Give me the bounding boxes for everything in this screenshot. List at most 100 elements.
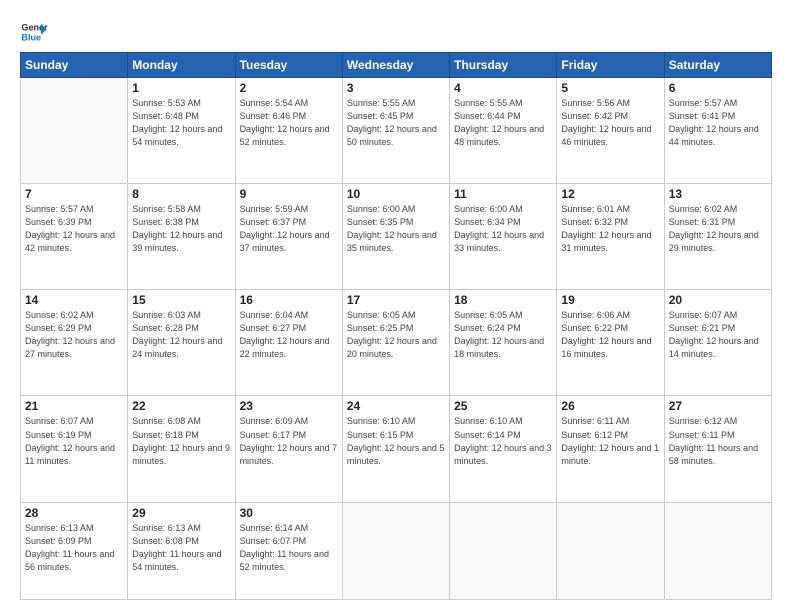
weekday-header-row: SundayMondayTuesdayWednesdayThursdayFrid… <box>21 53 772 78</box>
calendar-day-cell: 7Sunrise: 5:57 AMSunset: 6:39 PMDaylight… <box>21 184 128 290</box>
day-number: 24 <box>347 399 445 413</box>
day-number: 22 <box>132 399 230 413</box>
day-info: Sunrise: 5:57 AMSunset: 6:39 PMDaylight:… <box>25 203 123 255</box>
calendar-day-cell: 28 Sunrise: 6:13 AMSunset: 6:09 PMDayligh… <box>21 502 128 599</box>
day-number: 18 <box>454 293 552 307</box>
calendar-day-cell: 13 Sunrise: 6:02 AMSunset: 6:31 PMDayligh… <box>664 184 771 290</box>
calendar-day-cell: 3 Sunrise: 5:55 AMSunset: 6:45 PMDaylight… <box>342 78 449 184</box>
calendar-week-row: 7Sunrise: 5:57 AMSunset: 6:39 PMDaylight… <box>21 184 772 290</box>
calendar-day-cell <box>21 78 128 184</box>
calendar-day-cell: 14Sunrise: 6:02 AMSunset: 6:29 PMDayligh… <box>21 290 128 396</box>
day-info: Sunrise: 5:58 AMSunset: 6:38 PMDaylight:… <box>132 203 230 255</box>
day-number: 4 <box>454 81 552 95</box>
weekday-header-wednesday: Wednesday <box>342 53 449 78</box>
calendar-day-cell <box>557 502 664 599</box>
calendar-day-cell: 22Sunrise: 6:08 AMSunset: 6:18 PMDayligh… <box>128 396 235 502</box>
calendar-day-cell <box>450 502 557 599</box>
calendar-day-cell: 2 Sunrise: 5:54 AMSunset: 6:46 PMDaylight… <box>235 78 342 184</box>
day-info: Sunrise: 5:57 AMSunset: 6:41 PMDaylight:… <box>669 97 767 149</box>
day-info: Sunrise: 5:56 AMSunset: 6:42 PMDaylight:… <box>561 97 659 149</box>
calendar-day-cell: 26 Sunrise: 6:11 AMSunset: 6:12 PMDayligh… <box>557 396 664 502</box>
calendar-table: SundayMondayTuesdayWednesdayThursdayFrid… <box>20 52 772 600</box>
calendar-day-cell: 27 Sunrise: 6:12 AMSunset: 6:11 PMDayligh… <box>664 396 771 502</box>
logo-icon: General Blue <box>20 18 48 46</box>
day-info: Sunrise: 6:00 AMSunset: 6:34 PMDaylight:… <box>454 203 552 255</box>
day-info: Sunrise: 6:04 AMSunset: 6:27 PMDaylight:… <box>240 309 338 361</box>
day-info: Sunrise: 6:00 AMSunset: 6:35 PMDaylight:… <box>347 203 445 255</box>
calendar-day-cell: 10 Sunrise: 6:00 AMSunset: 6:35 PMDayligh… <box>342 184 449 290</box>
calendar-day-cell: 5Sunrise: 5:56 AMSunset: 6:42 PMDaylight… <box>557 78 664 184</box>
day-info: Sunrise: 5:55 AMSunset: 6:44 PMDaylight:… <box>454 97 552 149</box>
day-info: Sunrise: 6:06 AMSunset: 6:22 PMDaylight:… <box>561 309 659 361</box>
calendar-day-cell: 12 Sunrise: 6:01 AMSunset: 6:32 PMDayligh… <box>557 184 664 290</box>
calendar-week-row: 21Sunrise: 6:07 AMSunset: 6:19 PMDayligh… <box>21 396 772 502</box>
calendar-day-cell: 17 Sunrise: 6:05 AMSunset: 6:25 PMDayligh… <box>342 290 449 396</box>
calendar-day-cell: 4 Sunrise: 5:55 AMSunset: 6:44 PMDaylight… <box>450 78 557 184</box>
day-info: Sunrise: 6:07 AMSunset: 6:19 PMDaylight:… <box>25 415 123 467</box>
day-number: 25 <box>454 399 552 413</box>
day-number: 10 <box>347 187 445 201</box>
calendar-day-cell: 18Sunrise: 6:05 AMSunset: 6:24 PMDayligh… <box>450 290 557 396</box>
day-info: Sunrise: 6:09 AMSunset: 6:17 PMDaylight:… <box>240 415 338 467</box>
day-info: Sunrise: 6:12 AMSunset: 6:11 PMDaylight:… <box>669 415 767 467</box>
day-number: 27 <box>669 399 767 413</box>
day-info: Sunrise: 6:01 AMSunset: 6:32 PMDaylight:… <box>561 203 659 255</box>
calendar-week-row: 28 Sunrise: 6:13 AMSunset: 6:09 PMDayligh… <box>21 502 772 599</box>
day-number: 14 <box>25 293 123 307</box>
day-info: Sunrise: 6:10 AMSunset: 6:14 PMDaylight:… <box>454 415 552 467</box>
day-info: Sunrise: 6:13 AMSunset: 6:09 PMDaylight:… <box>25 522 123 574</box>
calendar-day-cell: 16Sunrise: 6:04 AMSunset: 6:27 PMDayligh… <box>235 290 342 396</box>
day-info: Sunrise: 6:05 AMSunset: 6:25 PMDaylight:… <box>347 309 445 361</box>
day-number: 17 <box>347 293 445 307</box>
day-info: Sunrise: 6:02 AMSunset: 6:31 PMDaylight:… <box>669 203 767 255</box>
calendar-day-cell: 8Sunrise: 5:58 AMSunset: 6:38 PMDaylight… <box>128 184 235 290</box>
weekday-header-thursday: Thursday <box>450 53 557 78</box>
day-number: 3 <box>347 81 445 95</box>
day-info: Sunrise: 6:11 AMSunset: 6:12 PMDaylight:… <box>561 415 659 467</box>
svg-text:Blue: Blue <box>21 32 41 42</box>
logo: General Blue <box>20 18 48 46</box>
day-number: 15 <box>132 293 230 307</box>
day-number: 23 <box>240 399 338 413</box>
day-number: 28 <box>25 506 123 520</box>
calendar-day-cell <box>664 502 771 599</box>
calendar-day-cell: 24 Sunrise: 6:10 AMSunset: 6:15 PMDayligh… <box>342 396 449 502</box>
day-number: 20 <box>669 293 767 307</box>
day-number: 26 <box>561 399 659 413</box>
day-info: Sunrise: 5:54 AMSunset: 6:46 PMDaylight:… <box>240 97 338 149</box>
calendar-day-cell: 25 Sunrise: 6:10 AMSunset: 6:14 PMDayligh… <box>450 396 557 502</box>
calendar-day-cell: 19Sunrise: 6:06 AMSunset: 6:22 PMDayligh… <box>557 290 664 396</box>
calendar-day-cell: 23 Sunrise: 6:09 AMSunset: 6:17 PMDayligh… <box>235 396 342 502</box>
day-number: 12 <box>561 187 659 201</box>
day-number: 11 <box>454 187 552 201</box>
day-number: 13 <box>669 187 767 201</box>
calendar-day-cell: 9 Sunrise: 5:59 AMSunset: 6:37 PMDaylight… <box>235 184 342 290</box>
day-info: Sunrise: 6:10 AMSunset: 6:15 PMDaylight:… <box>347 415 445 467</box>
day-info: Sunrise: 6:07 AMSunset: 6:21 PMDaylight:… <box>669 309 767 361</box>
day-number: 29 <box>132 506 230 520</box>
day-number: 9 <box>240 187 338 201</box>
weekday-header-saturday: Saturday <box>664 53 771 78</box>
header: General Blue <box>20 18 772 46</box>
calendar-day-cell: 1Sunrise: 5:53 AMSunset: 6:48 PMDaylight… <box>128 78 235 184</box>
weekday-header-friday: Friday <box>557 53 664 78</box>
calendar-day-cell: 21Sunrise: 6:07 AMSunset: 6:19 PMDayligh… <box>21 396 128 502</box>
calendar-week-row: 14Sunrise: 6:02 AMSunset: 6:29 PMDayligh… <box>21 290 772 396</box>
calendar-day-cell: 15Sunrise: 6:03 AMSunset: 6:28 PMDayligh… <box>128 290 235 396</box>
day-number: 1 <box>132 81 230 95</box>
day-info: Sunrise: 5:55 AMSunset: 6:45 PMDaylight:… <box>347 97 445 149</box>
weekday-header-tuesday: Tuesday <box>235 53 342 78</box>
calendar-day-cell <box>342 502 449 599</box>
day-number: 2 <box>240 81 338 95</box>
weekday-header-monday: Monday <box>128 53 235 78</box>
calendar-day-cell: 11 Sunrise: 6:00 AMSunset: 6:34 PMDayligh… <box>450 184 557 290</box>
day-info: Sunrise: 6:14 AMSunset: 6:07 PMDaylight:… <box>240 522 338 574</box>
calendar-day-cell: 6 Sunrise: 5:57 AMSunset: 6:41 PMDaylight… <box>664 78 771 184</box>
page: General Blue SundayMondayTuesdayWednesda… <box>0 0 792 612</box>
calendar-day-cell: 20 Sunrise: 6:07 AMSunset: 6:21 PMDayligh… <box>664 290 771 396</box>
day-number: 6 <box>669 81 767 95</box>
calendar-day-cell: 29Sunrise: 6:13 AMSunset: 6:08 PMDayligh… <box>128 502 235 599</box>
day-info: Sunrise: 5:59 AMSunset: 6:37 PMDaylight:… <box>240 203 338 255</box>
calendar-week-row: 1Sunrise: 5:53 AMSunset: 6:48 PMDaylight… <box>21 78 772 184</box>
weekday-header-sunday: Sunday <box>21 53 128 78</box>
